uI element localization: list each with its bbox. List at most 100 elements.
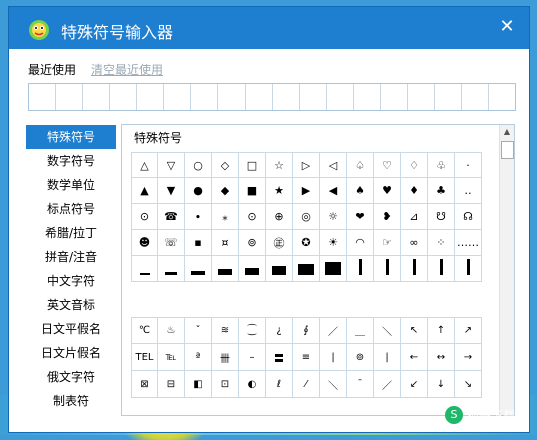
symbol-cell[interactable]: ♢	[401, 152, 428, 178]
symbol-cell[interactable]: ／	[374, 371, 401, 398]
symbol-cell[interactable]: ª	[185, 344, 212, 371]
symbol-cell[interactable]: ◀	[320, 178, 347, 204]
symbol-cell[interactable]: ◁	[320, 152, 347, 178]
symbol-cell[interactable]: ⊿	[401, 204, 428, 230]
clear-recent-link[interactable]: 清空最近使用	[91, 61, 163, 78]
category-item[interactable]: 中文字符	[26, 269, 116, 293]
symbol-cell[interactable]: ⊡	[212, 371, 239, 398]
symbol-cell[interactable]: –	[239, 344, 266, 371]
symbol-cell[interactable]: ☆	[266, 152, 293, 178]
symbol-cell[interactable]: →	[455, 344, 482, 371]
symbol-cell[interactable]: ¯	[347, 371, 374, 398]
recent-slot[interactable]	[110, 84, 138, 110]
symbol-cell[interactable]: ⊚	[347, 344, 374, 371]
symbol-cell[interactable]: ▶	[293, 178, 320, 204]
symbol-cell[interactable]: ▪	[185, 230, 212, 256]
symbol-cell[interactable]: ▼	[158, 178, 185, 204]
recent-slot[interactable]	[327, 84, 354, 110]
bar-symbol-cell[interactable]	[293, 256, 320, 282]
symbol-cell[interactable]: 〓	[266, 344, 293, 371]
category-item[interactable]: 标点符号	[26, 197, 116, 221]
symbol-cell[interactable]: ♥	[374, 178, 401, 204]
symbol-cell[interactable]: ↖	[401, 317, 428, 344]
symbol-cell[interactable]: ˇ	[185, 317, 212, 344]
symbol-cell[interactable]: ⊙	[131, 204, 158, 230]
symbol-cell[interactable]: ♠	[347, 178, 374, 204]
symbol-cell[interactable]: ⊟	[158, 371, 185, 398]
symbol-cell[interactable]: ◐	[239, 371, 266, 398]
category-item[interactable]: 数字符号	[26, 149, 116, 173]
symbol-cell[interactable]: ‥	[455, 178, 482, 204]
bar-symbol-cell[interactable]	[239, 256, 266, 282]
symbol-cell[interactable]: ↙	[401, 371, 428, 398]
symbol-cell[interactable]: ❥	[374, 204, 401, 230]
symbol-cell[interactable]: ¤	[212, 230, 239, 256]
symbol-cell[interactable]: ¿	[266, 317, 293, 344]
symbol-cell[interactable]: TEL	[131, 344, 158, 371]
symbol-cell[interactable]: ☻	[131, 230, 158, 256]
bar-symbol-cell[interactable]	[347, 256, 374, 282]
symbol-cell[interactable]: ⁎	[212, 204, 239, 230]
symbol-cell[interactable]: 卌	[212, 344, 239, 371]
symbol-cell[interactable]: ◧	[185, 371, 212, 398]
recent-slot[interactable]	[273, 84, 300, 110]
close-icon[interactable]: ✕	[495, 15, 519, 39]
symbol-cell[interactable]: ★	[266, 178, 293, 204]
symbol-cell[interactable]: ㊣	[266, 230, 293, 256]
symbol-cell[interactable]: ☀	[320, 230, 347, 256]
recent-slot[interactable]	[29, 84, 57, 110]
category-item[interactable]: 俄文字符	[26, 365, 116, 389]
symbol-cell[interactable]: ⁄	[293, 371, 320, 398]
symbol-cell[interactable]: ■	[239, 178, 266, 204]
category-item[interactable]: 日文片假名	[26, 341, 116, 365]
recent-slot[interactable]	[137, 84, 165, 110]
symbol-cell[interactable]: ◆	[212, 178, 239, 204]
scroll-up-icon[interactable]: ▲	[500, 125, 514, 139]
bar-symbol-cell[interactable]	[131, 256, 158, 282]
symbol-cell[interactable]: ♣	[428, 178, 455, 204]
symbol-cell[interactable]: ◠	[347, 230, 374, 256]
category-item[interactable]: 希腊/拉丁	[26, 221, 116, 245]
recent-slot[interactable]	[435, 84, 462, 110]
bar-symbol-cell[interactable]	[158, 256, 185, 282]
category-item[interactable]: 特殊符号	[26, 125, 116, 149]
symbol-cell[interactable]: ℃	[131, 317, 158, 344]
symbol-cell[interactable]: ⊕	[266, 204, 293, 230]
symbol-cell[interactable]: ⊚	[239, 230, 266, 256]
recent-slot[interactable]	[381, 84, 408, 110]
bar-symbol-cell[interactable]	[266, 256, 293, 282]
symbol-cell[interactable]: ≡	[293, 344, 320, 371]
symbol-cell[interactable]: |	[320, 344, 347, 371]
recent-slot[interactable]	[56, 84, 84, 110]
symbol-cell[interactable]: ＼	[320, 371, 347, 398]
symbol-cell[interactable]: ∙	[185, 204, 212, 230]
category-item[interactable]: 日文平假名	[26, 317, 116, 341]
recent-slot[interactable]	[83, 84, 111, 110]
recent-slot[interactable]	[408, 84, 435, 110]
symbol-cell[interactable]: ⊠	[131, 371, 158, 398]
bar-symbol-cell[interactable]	[401, 256, 428, 282]
bar-symbol-cell[interactable]	[455, 256, 482, 282]
symbol-cell[interactable]: ℓ	[266, 371, 293, 398]
symbol-cell[interactable]: ⁐	[239, 317, 266, 344]
bar-symbol-cell[interactable]	[374, 256, 401, 282]
symbol-cell[interactable]: ✪	[293, 230, 320, 256]
symbol-cell[interactable]: ▷	[293, 152, 320, 178]
symbol-cell[interactable]: ……	[455, 230, 482, 256]
symbol-cell[interactable]: ●	[185, 178, 212, 204]
bar-symbol-cell[interactable]	[212, 256, 239, 282]
symbol-cell[interactable]: ♨	[158, 317, 185, 344]
recent-slot[interactable]	[354, 84, 381, 110]
category-item[interactable]: 数学单位	[26, 173, 116, 197]
recent-slot[interactable]	[489, 84, 515, 110]
symbol-cell[interactable]: ☏	[158, 230, 185, 256]
title-bar[interactable]: 特殊符号输入器 ✕	[9, 7, 529, 49]
symbol-cell[interactable]: ⊙	[239, 204, 266, 230]
symbol-cell[interactable]: ◇	[212, 152, 239, 178]
symbol-cell[interactable]: ☞	[374, 230, 401, 256]
symbol-cell[interactable]: ↘	[455, 371, 482, 398]
symbol-cell[interactable]: ↗	[455, 317, 482, 344]
symbol-cell[interactable]: ☼	[320, 204, 347, 230]
recent-slot[interactable]	[191, 84, 219, 110]
recent-slot[interactable]	[218, 84, 246, 110]
